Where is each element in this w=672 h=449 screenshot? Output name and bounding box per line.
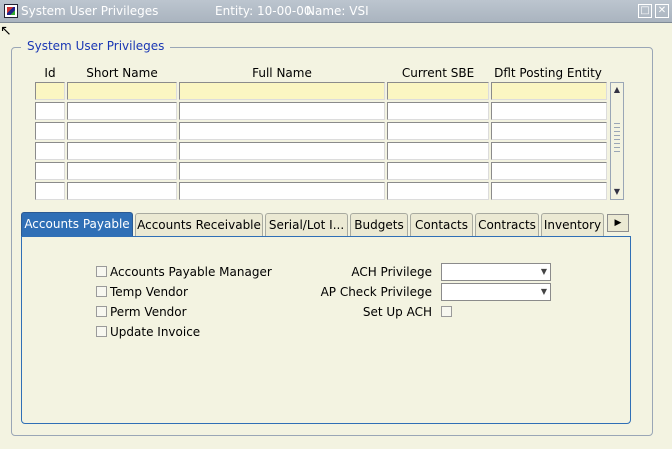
cell-dflt-posting-entity[interactable]: [491, 142, 607, 160]
name-label: Name: VSI: [306, 4, 369, 18]
scroll-down-icon[interactable]: ▼: [612, 187, 622, 197]
cell-current-sbe[interactable]: [387, 182, 489, 200]
cell-id[interactable]: [35, 182, 65, 200]
cursor-pointer-icon: ↖: [0, 23, 12, 39]
set-up-ach-checkbox[interactable]: [441, 306, 452, 317]
tab-accounts-receivable[interactable]: Accounts Receivable: [135, 213, 263, 236]
col-header-short-name: Short Name: [86, 66, 158, 80]
cell-full-name[interactable]: [179, 182, 385, 200]
update-invoice-label: Update Invoice: [110, 325, 201, 339]
cell-short-name[interactable]: [67, 102, 177, 120]
temp-vendor-checkbox[interactable]: [96, 286, 107, 297]
ap-check-privilege-label: AP Check Privilege: [320, 285, 432, 299]
cell-current-sbe[interactable]: [387, 82, 489, 100]
cell-id[interactable]: [35, 122, 65, 140]
cell-id[interactable]: [35, 102, 65, 120]
grid-scrollbar[interactable]: ▲ ▼: [610, 82, 624, 200]
tab-accounts-payable[interactable]: Accounts Payable: [21, 212, 133, 237]
frame-title: System User Privileges: [21, 39, 171, 53]
cell-short-name[interactable]: [67, 122, 177, 140]
cell-id[interactable]: [35, 142, 65, 160]
cell-id[interactable]: [35, 162, 65, 180]
col-header-dflt-posting-entity: Dflt Posting Entity: [494, 66, 602, 80]
scroll-grip[interactable]: [614, 123, 620, 153]
dropdown-arrow-icon[interactable]: ▼: [541, 284, 547, 300]
ach-privilege-label: ACH Privilege: [351, 265, 432, 279]
tab-contacts[interactable]: Contacts: [410, 213, 473, 236]
cell-current-sbe[interactable]: [387, 102, 489, 120]
dropdown-arrow-icon[interactable]: ▼: [541, 264, 547, 280]
accounts-payable-manager-checkbox[interactable]: [96, 266, 107, 277]
window-titlebar: System User Privileges Entity: 10-00-00 …: [0, 0, 672, 23]
tab-serial-lot[interactable]: Serial/Lot I...: [265, 213, 348, 236]
tab-contracts[interactable]: Contracts: [475, 213, 539, 236]
cell-full-name[interactable]: [179, 162, 385, 180]
close-icon[interactable]: ✕: [655, 4, 669, 18]
cell-full-name[interactable]: [179, 122, 385, 140]
window-title: System User Privileges: [21, 4, 159, 18]
cell-short-name[interactable]: [67, 182, 177, 200]
cell-short-name[interactable]: [67, 82, 177, 100]
cell-dflt-posting-entity[interactable]: [491, 82, 607, 100]
tab-scroll-right-icon[interactable]: ▶: [607, 214, 629, 232]
col-header-id: Id: [44, 66, 56, 80]
cell-short-name[interactable]: [67, 142, 177, 160]
cell-dflt-posting-entity[interactable]: [491, 102, 607, 120]
cell-current-sbe[interactable]: [387, 162, 489, 180]
cell-full-name[interactable]: [179, 142, 385, 160]
scroll-up-icon[interactable]: ▲: [612, 85, 622, 95]
tab-budgets[interactable]: Budgets: [350, 213, 408, 236]
app-icon[interactable]: [4, 4, 18, 18]
cell-dflt-posting-entity[interactable]: [491, 162, 607, 180]
ap-check-privilege-select[interactable]: ▼: [441, 283, 551, 301]
tab-inventory[interactable]: Inventory: [541, 213, 604, 236]
update-invoice-checkbox[interactable]: [96, 326, 107, 337]
maximize-icon[interactable]: □: [638, 4, 652, 18]
cell-full-name[interactable]: [179, 102, 385, 120]
accounts-payable-manager-label: Accounts Payable Manager: [110, 265, 272, 279]
cell-full-name[interactable]: [179, 82, 385, 100]
cell-current-sbe[interactable]: [387, 142, 489, 160]
cell-dflt-posting-entity[interactable]: [491, 182, 607, 200]
ach-privilege-select[interactable]: ▼: [441, 263, 551, 281]
cell-dflt-posting-entity[interactable]: [491, 122, 607, 140]
cell-id[interactable]: [35, 82, 65, 100]
set-up-ach-label: Set Up ACH: [362, 305, 432, 319]
entity-label: Entity: 10-00-00: [215, 4, 312, 18]
col-header-current-sbe: Current SBE: [401, 66, 475, 80]
cell-current-sbe[interactable]: [387, 122, 489, 140]
perm-vendor-checkbox[interactable]: [96, 306, 107, 317]
col-header-full-name: Full Name: [252, 66, 312, 80]
perm-vendor-label: Perm Vendor: [110, 305, 187, 319]
temp-vendor-label: Temp Vendor: [110, 285, 188, 299]
cell-short-name[interactable]: [67, 162, 177, 180]
